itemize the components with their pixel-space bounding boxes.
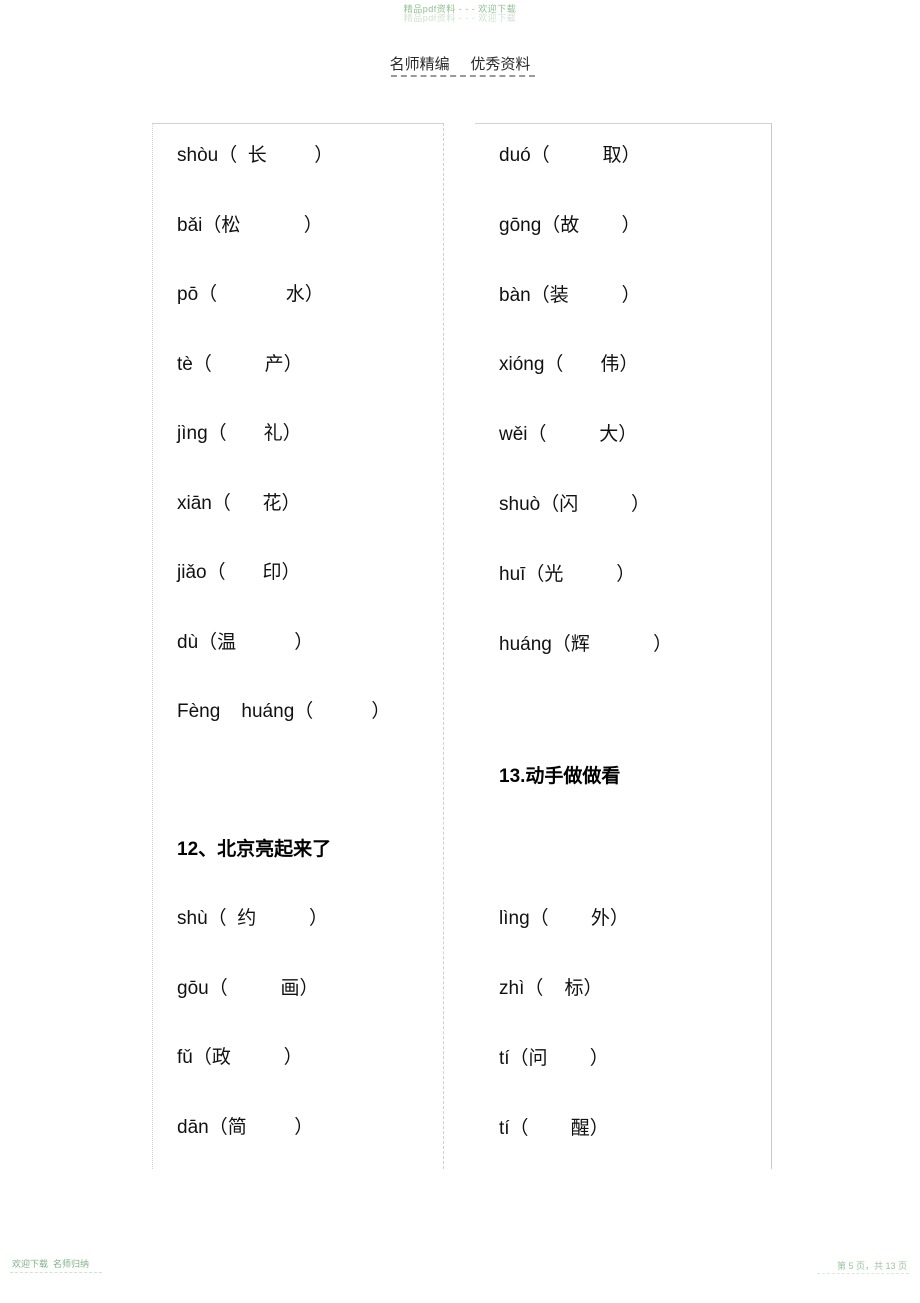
right-column-list: duó（ 取） gōng（故 ） bàn（装 ） xióng（ 伟） wěi（ … [475,124,771,1166]
list-item: gōu（ 画） [153,957,443,1027]
list-item: dù（温 ） [153,611,443,681]
entry-text: tè（ 产） [177,353,303,375]
entry-text: bàn（装 ） [499,284,641,306]
page-title: 名师精编 优秀资料 [389,56,531,73]
entry-text: fǔ（政 ） [177,1047,303,1068]
entry-text: huáng（辉 ） [499,633,673,655]
footer-left-rule [10,1272,102,1273]
entry-text: shuò（闪 ） [499,493,650,515]
document-page: 精品pdf资料 - - - 欢迎下载 精品pdf资料 - - - 欢迎下载 名师… [0,0,920,1303]
entry-text: dān（简 ） [177,1116,314,1138]
entry-text: xiān（ 花） [177,492,301,514]
entry-text: jiǎo（ 印） [177,562,301,583]
list-item: tí（ 醒） [475,1097,771,1167]
page-number: 第 5 页，共 13 页 [836,1261,907,1271]
list-item: zhì（ 标） [475,957,771,1027]
entry-text: xióng（ 伟） [499,354,639,376]
section-heading-12: 12、北京亮起来了 [153,818,443,888]
right-column-table: duó（ 取） gōng（故 ） bàn（装 ） xióng（ 伟） wěi（ … [475,123,772,1169]
entry-text: wěi（ 大） [499,424,638,446]
entry-text: huī（光 ） [499,563,636,585]
list-item: dān（简 ） [153,1096,443,1166]
header-underline [391,75,535,77]
list-item: fǔ（政 ） [153,1026,443,1096]
left-column-table: shòu（ 长 ） bǎi（松 ） pō（ 水） tè（ 产） jìng（ 礼）… [152,123,444,1169]
list-item: gōng（故 ） [475,194,771,264]
list-item: jìng（ 礼） [153,402,443,472]
entry-text: shòu（ 长 ） [177,145,334,166]
entry-text: lìng（ 外） [499,908,629,930]
entry-text: dù（温 ） [177,631,314,653]
left-column-list: shòu（ 长 ） bǎi（松 ） pō（ 水） tè（ 产） jìng（ 礼）… [153,124,443,1165]
entry-text: tí（问 ） [499,1047,609,1069]
footer-right-rule [817,1273,909,1274]
list-item: huī（光 ） [475,543,771,613]
list-item: bǎi（松 ） [153,194,443,264]
list-item: duó（ 取） [475,124,771,194]
spacer [475,815,771,887]
list-item: bàn（装 ） [475,264,771,334]
entry-text: duó（ 取） [499,145,641,166]
spacer [153,750,443,818]
list-item: huáng（辉 ） [475,613,771,683]
list-item: lìng（ 外） [475,887,771,957]
list-item: jiǎo（ 印） [153,541,443,611]
spacer [475,682,771,745]
entry-text: Fèng huáng（ ） [177,701,391,722]
section-title-text: 13.动手做做看 [499,766,621,788]
entry-text: shù（ 约 ） [177,908,328,929]
list-item: tè（ 产） [153,333,443,403]
list-item: tí（问 ） [475,1027,771,1097]
top-watermark-shadow: 精品pdf资料 - - - 欢迎下载 [403,13,517,23]
list-item: xióng（ 伟） [475,333,771,403]
list-item: pō（ 水） [153,263,443,333]
entry-text: jìng（ 礼） [177,423,302,444]
list-item: Fèng huáng（ ） [153,680,443,750]
entry-text: pō（ 水） [177,284,324,305]
list-item: xiān（ 花） [153,472,443,542]
list-item: shù（ 约 ） [153,887,443,957]
entry-text: bǎi（松 ） [177,214,323,236]
entry-text: gōu（ 画） [177,977,319,999]
footer-watermark-left: 欢迎下载 名师归纳 [12,1259,90,1269]
list-item: wěi（ 大） [475,403,771,473]
entry-text: tí（ 醒） [499,1117,609,1139]
list-item: shuò（闪 ） [475,473,771,543]
section-title-text: 12、北京亮起来了 [177,838,332,860]
list-item: shòu（ 长 ） [153,124,443,194]
entry-text: zhì（ 标） [499,977,603,999]
section-heading-13: 13.动手做做看 [475,745,771,815]
entry-text: gōng（故 ） [499,214,641,236]
